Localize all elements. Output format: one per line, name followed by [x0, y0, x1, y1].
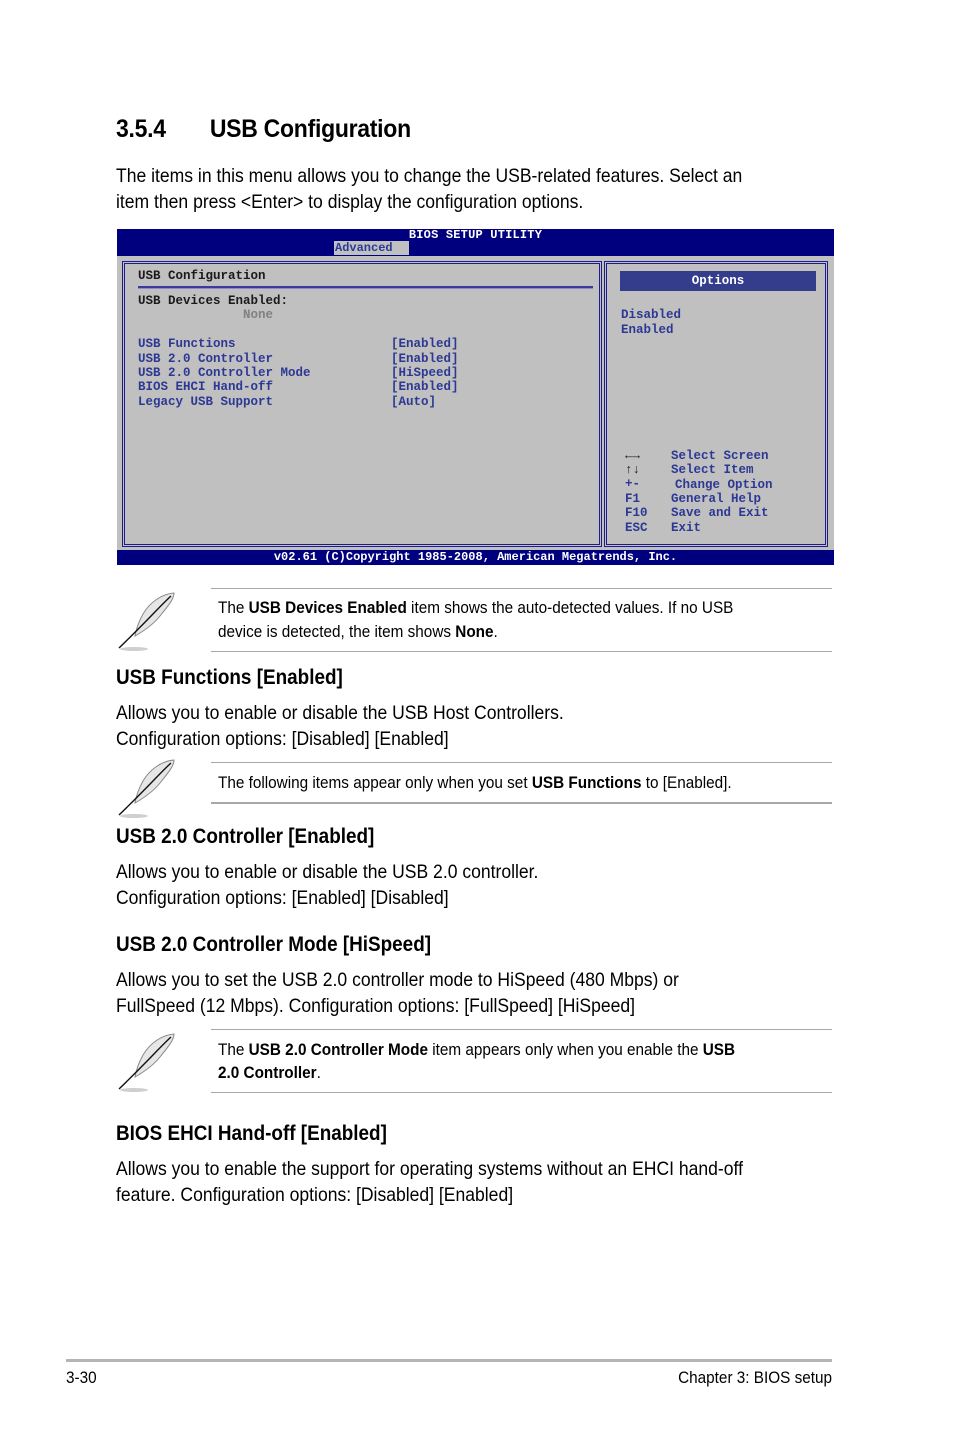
feather-note-icon [118, 1033, 175, 1092]
note-rule-top [211, 1029, 832, 1030]
chapter-label: Chapter 3: BIOS setup [678, 1368, 832, 1387]
term-usb: USB [702, 1040, 736, 1059]
term-usb20-controller-mode: USB 2.0 Controller Mode [248, 1040, 429, 1059]
page-number: 3-30 [66, 1368, 97, 1387]
term-usb20-controller: 2.0 Controller [218, 1063, 317, 1082]
heading-usb-functions: USB Functions [Enabled] [116, 666, 343, 689]
up-down-arrows-icon: ↑↓ [625, 463, 641, 477]
feather-note-icon [118, 759, 175, 818]
note-rule-top [211, 588, 832, 589]
bios-main-panel: USB Configuration USB Devices Enabled: N… [122, 261, 602, 547]
text: device is detected, the item shows [218, 622, 456, 641]
item-value: [Auto] [391, 395, 437, 409]
help-text: General Help [671, 492, 762, 506]
help-text: Change Option [675, 478, 773, 492]
left-right-arrows-icon: ←→ [625, 449, 641, 463]
usb20-mode-desc-1: Allows you to set the USB 2.0 controller… [116, 969, 679, 991]
note-text-line-1: The following items appear only when you… [218, 771, 732, 794]
note-usb20-controller-mode: The USB 2.0 Controller Mode item appears… [116, 1029, 832, 1093]
text: . [493, 622, 498, 641]
panel-separator [138, 286, 593, 289]
option-disabled[interactable]: Disabled [621, 308, 681, 322]
section-heading: 3.5.4 USB Configuration [116, 115, 411, 144]
tab-advanced[interactable]: Advanced [334, 241, 409, 255]
usb20-mode-desc-2: FullSpeed (12 Mbps). Configuration optio… [116, 995, 636, 1017]
usb20-controller-desc-2: Configuration options: [Enabled] [Disabl… [116, 887, 449, 909]
heading-usb20-controller: USB 2.0 Controller [Enabled] [116, 825, 375, 848]
note-rule-bottom [211, 651, 832, 652]
text: The following items appear only when you… [218, 773, 532, 792]
options-header: Options [620, 271, 816, 291]
help-text: Save and Exit [671, 506, 769, 520]
ehci-handoff-desc-1: Allows you to enable the support for ope… [116, 1158, 743, 1180]
note-rule-bottom [211, 802, 832, 804]
bios-options-panel: Options Disabled Enabled ←→ Select Scree… [604, 261, 828, 547]
plus-minus-icon: +- [625, 477, 641, 491]
item-label: BIOS EHCI Hand-off [138, 380, 274, 394]
text: to [Enabled]. [641, 773, 732, 792]
note-usb-functions: The following items appear only when you… [116, 759, 832, 818]
item-label: USB 2.0 Controller [138, 352, 274, 366]
note-usb-devices: The USB Devices Enabled item shows the a… [116, 588, 832, 652]
note-text-line-2: 2.0 Controller. [218, 1061, 321, 1084]
item-label: USB Functions [138, 337, 236, 351]
item-value: [Enabled] [391, 380, 459, 394]
item-value: [Enabled] [391, 337, 459, 351]
heading-usb20-controller-mode: USB 2.0 Controller Mode [HiSpeed] [116, 933, 432, 956]
text: . [316, 1063, 321, 1082]
term-none: None [455, 622, 494, 641]
heading-ehci-handoff: BIOS EHCI Hand-off [Enabled] [116, 1122, 387, 1145]
term-usb-functions: USB Functions [531, 773, 642, 792]
intro-line-2: item then press <Enter> to display the c… [116, 191, 584, 213]
note-rule-top [211, 762, 832, 763]
option-enabled[interactable]: Enabled [621, 323, 674, 337]
note-text-line-1: The USB Devices Enabled item shows the a… [218, 596, 733, 619]
section-number: 3.5.4 [116, 115, 166, 143]
text: The [218, 1040, 249, 1059]
section-title: USB Configuration [209, 115, 411, 143]
devices-label: USB Devices Enabled: [138, 294, 289, 308]
usb-functions-desc-2: Configuration options: [Disabled] [Enabl… [116, 728, 449, 750]
bios-copyright-bar: v02.61 (C)Copyright 1985-2008, American … [117, 550, 834, 565]
help-key: ESC [625, 521, 648, 535]
help-text: Select Item [671, 463, 754, 477]
note-text-line-2: device is detected, the item shows None. [218, 620, 498, 643]
ehci-handoff-desc-2: feature. Configuration options: [Disable… [116, 1184, 514, 1206]
item-value: [Enabled] [391, 352, 459, 366]
text: item appears only when you enable the [428, 1040, 703, 1059]
feather-note-icon [118, 592, 175, 651]
intro-line-1: The items in this menu allows you to cha… [116, 165, 743, 187]
devices-value: None [243, 308, 274, 322]
panel-title: USB Configuration [138, 269, 266, 283]
item-value: [HiSpeed] [391, 366, 459, 380]
note-rule-bottom [211, 1092, 832, 1093]
usb-functions-desc-1: Allows you to enable or disable the USB … [116, 702, 564, 724]
bios-screen: BIOS SETUP UTILITY Advanced USB Configur… [117, 228, 834, 565]
usb20-controller-desc-1: Allows you to enable or disable the USB … [116, 861, 539, 883]
bios-title: BIOS SETUP UTILITY [408, 228, 543, 242]
item-label: Legacy USB Support [138, 395, 274, 409]
help-key: F1 [625, 492, 641, 506]
text: item shows the auto-detected values. If … [406, 598, 734, 617]
note-text-line-1: The USB 2.0 Controller Mode item appears… [218, 1038, 735, 1061]
text: The [218, 598, 249, 617]
bios-header-bar: BIOS SETUP UTILITY Advanced [117, 228, 834, 256]
help-text: Select Screen [671, 449, 769, 463]
help-key: F10 [625, 506, 648, 520]
footer-rule [66, 1359, 832, 1362]
item-label: USB 2.0 Controller Mode [138, 366, 311, 380]
term-usb-devices-enabled: USB Devices Enabled [248, 598, 407, 617]
help-text: Exit [671, 521, 702, 535]
